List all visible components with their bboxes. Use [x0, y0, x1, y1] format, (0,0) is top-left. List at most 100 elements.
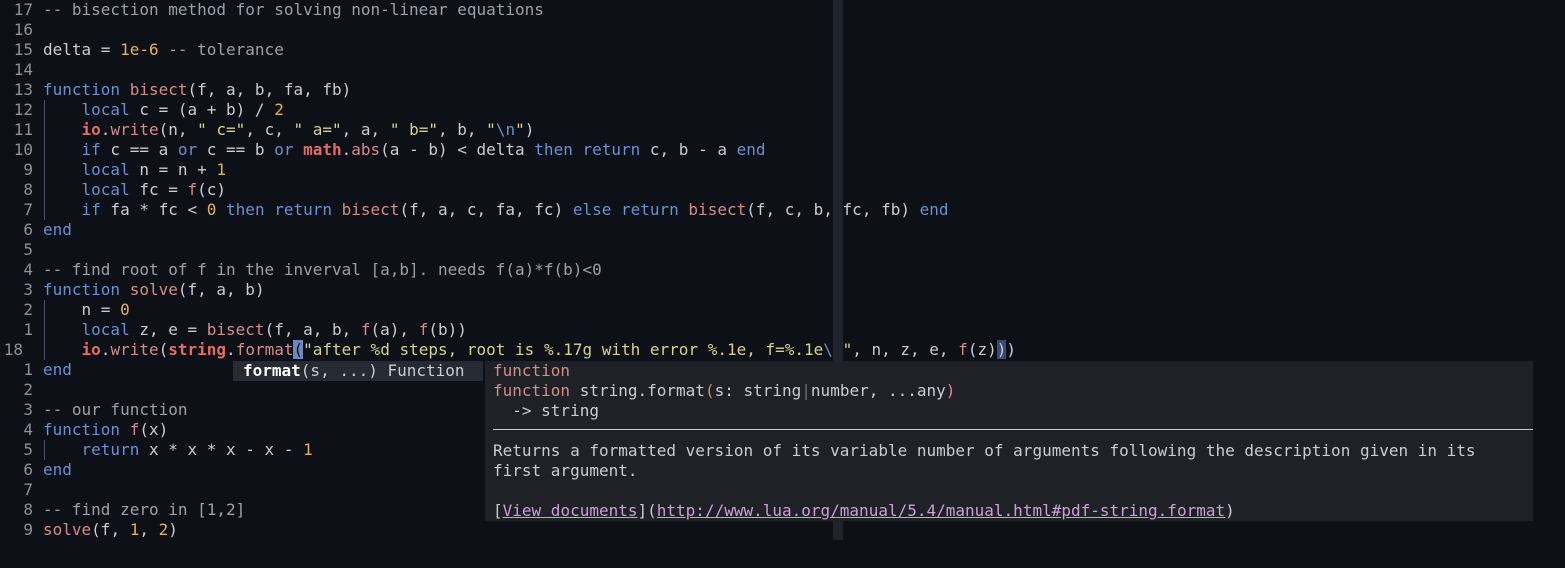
code-token: 1: [216, 160, 227, 179]
code-text: io.write(n, " c=", c, " a=", a, " b=", b…: [43, 120, 535, 140]
line-number: 8: [23, 180, 33, 199]
doc-view-documents-link[interactable]: View documents: [503, 501, 638, 520]
code-token: 1: [303, 440, 313, 459]
code-token: n =: [43, 300, 121, 319]
code-token: bisect: [206, 320, 265, 339]
code-token: "after %d steps, root is %.17g with erro…: [303, 340, 824, 359]
line-number: 10: [13, 140, 33, 159]
doc-sig-close: ): [945, 381, 956, 400]
code-token: ": [486, 120, 496, 139]
code-line[interactable]: 10 if c == a or c == b or math.abs(a - b…: [0, 140, 1565, 160]
code-token: solve: [129, 280, 178, 299]
doc-sig-params-a: s: string: [714, 381, 802, 400]
code-line[interactable]: 3 function solve(f, a, b): [0, 280, 1565, 300]
code-token: ): [524, 120, 535, 139]
doc-link-mid: ](: [637, 501, 657, 520]
code-token: if: [43, 140, 101, 159]
line-number: 5: [23, 240, 33, 259]
signature-hint[interactable]: format(s, ...) Function: [233, 361, 483, 381]
line-number: 18: [3, 340, 23, 359]
code-line[interactable]: 18 io.write(string.format("after %d step…: [0, 340, 1565, 360]
code-text: local z, e = bisect(f, a, b, f(a), f(b)): [43, 320, 467, 340]
code-token: , a,: [341, 120, 390, 139]
line-number: 6: [23, 460, 33, 479]
code-token: f: [187, 180, 198, 199]
signature-hint-name: format: [243, 361, 301, 380]
code-line[interactable]: 8 local fc = f(c): [0, 180, 1565, 200]
code-line[interactable]: 4 -- find root of f in the inverval [a,b]…: [0, 260, 1565, 280]
code-line[interactable]: 9 local n = n + 1: [0, 160, 1565, 180]
code-token: " b=": [389, 120, 438, 139]
code-token: " c=": [197, 120, 246, 139]
code-text: io.write(string.format("after %d steps, …: [43, 340, 1016, 360]
code-line[interactable]: 15 delta = 1e-6 -- tolerance: [0, 40, 1565, 60]
code-token: (f, a, b,: [264, 320, 361, 339]
code-token: bisect: [341, 200, 400, 219]
code-token: 1e-6: [120, 40, 159, 59]
line-number: 13: [13, 80, 33, 99]
signature-hint-kind: Function: [387, 361, 465, 380]
code-token: f: [958, 340, 968, 359]
code-line[interactable]: 2 n = 0: [0, 300, 1565, 320]
code-text: local fc = f(c): [43, 180, 227, 200]
code-line[interactable]: 7 if fa * fc < 0 then return bisect(f, a…: [0, 200, 1565, 220]
code-line[interactable]: 5: [0, 240, 1565, 260]
code-token: end: [919, 200, 949, 219]
code-text: end: [43, 460, 72, 480]
doc-sig-open: (: [704, 381, 715, 400]
code-token: function: [43, 80, 130, 99]
code-token: " a=": [293, 120, 342, 139]
line-number: 8: [23, 500, 33, 519]
code-token: ): [168, 520, 178, 539]
code-line[interactable]: 16: [0, 20, 1565, 40]
doc-returns: -> string: [493, 401, 599, 420]
line-number: 7: [23, 480, 33, 499]
code-token: -- find zero in [1,2]: [43, 500, 246, 519]
code-token: -- find root of f in the inverval [a,b].…: [43, 260, 602, 279]
line-number: 11: [13, 120, 33, 139]
code-line[interactable]: 1 local z, e = bisect(f, a, b, f(a), f(b…: [0, 320, 1565, 340]
doc-sig-keyword: function: [493, 381, 580, 400]
line-number: 14: [13, 60, 33, 79]
code-token: f: [418, 320, 429, 339]
code-token: c = (a + b) /: [129, 100, 275, 119]
code-token: f: [129, 420, 140, 439]
line-number: 5: [23, 440, 33, 459]
code-token: solve: [43, 520, 92, 539]
doc-url-link[interactable]: http://www.lua.org/manual/5.4/manual.htm…: [657, 501, 1225, 520]
doc-kind-label: function: [493, 361, 571, 380]
code-line[interactable]: 11 io.write(n, " c=", c, " a=", a, " b="…: [0, 120, 1565, 140]
code-token: ,: [139, 520, 159, 539]
line-number: 6: [23, 220, 33, 239]
code-token: 0: [120, 300, 130, 319]
code-text: function bisect(f, a, b, fa, fb): [43, 80, 351, 100]
code-token: (f, a, b, fa, fb): [187, 80, 352, 99]
line-number: 3: [23, 400, 33, 419]
code-token: (: [158, 340, 169, 359]
code-line[interactable]: 9 solve(f, 1, 2): [0, 520, 1565, 540]
code-token: write: [110, 340, 159, 359]
code-token: (a - b) < delta: [380, 140, 535, 159]
code-token: function: [43, 420, 130, 439]
doc-link-close: ): [1225, 501, 1235, 520]
code-token: end: [43, 220, 72, 239]
code-token: or: [177, 140, 198, 159]
code-line[interactable]: 14: [0, 60, 1565, 80]
code-token: c == a: [100, 140, 178, 159]
code-token: (c): [197, 180, 227, 199]
code-line[interactable]: 12 local c = (a + b) / 2: [0, 100, 1565, 120]
code-token: n = n +: [129, 160, 217, 179]
code-token: abs: [351, 140, 381, 159]
code-token: format: [235, 340, 294, 359]
documentation-popup: function function string.format(s: strin…: [485, 361, 1533, 521]
code-line[interactable]: 17 -- bisection method for solving non-li…: [0, 0, 1565, 20]
code-token: end: [43, 460, 72, 479]
code-token: ": [515, 120, 525, 139]
line-number: 9: [23, 520, 33, 539]
code-token: local: [43, 100, 130, 119]
code-line[interactable]: 13 function bisect(f, a, b, fa, fb): [0, 80, 1565, 100]
code-token: delta =: [43, 40, 121, 59]
code-line[interactable]: 6 end: [0, 220, 1565, 240]
doc-description-line1: Returns a formatted version of its varia…: [493, 441, 1476, 460]
